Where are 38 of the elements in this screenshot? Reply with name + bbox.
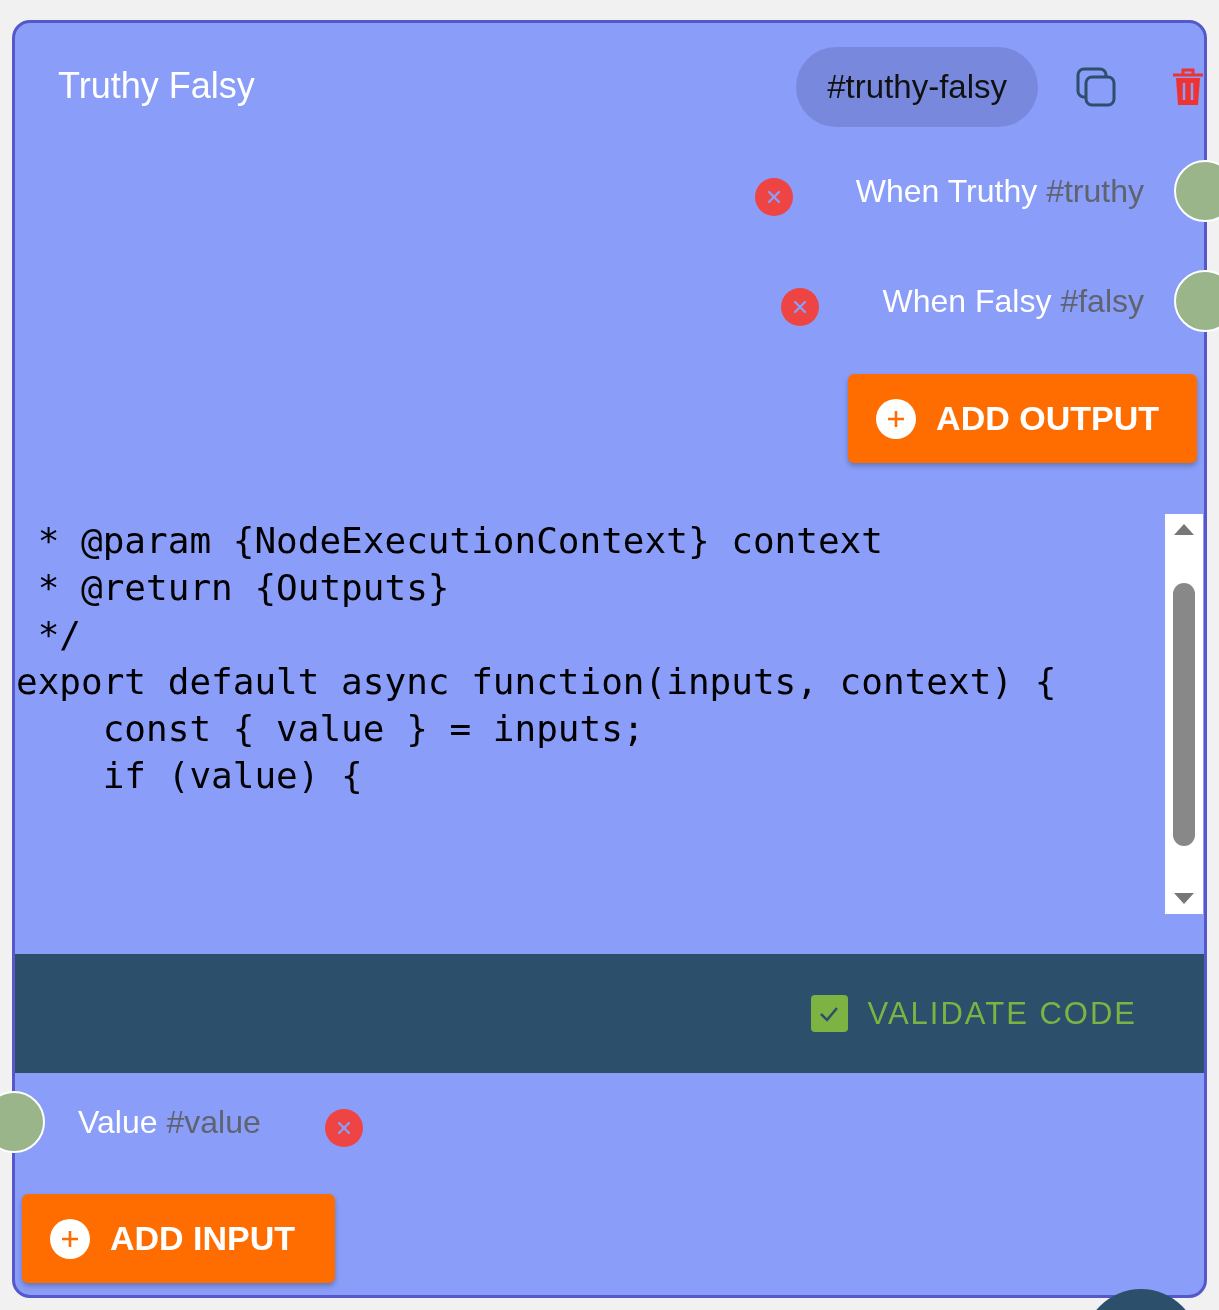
code-line: */ — [36, 613, 83, 657]
plus-circle-icon — [50, 1218, 90, 1259]
duplicate-button[interactable] — [1076, 67, 1116, 107]
scrollbar-thumb[interactable] — [1173, 582, 1195, 846]
code-line: if (value) { — [101, 754, 364, 798]
code-line: const { value } = inputs; — [101, 707, 646, 751]
checkbox[interactable] — [810, 995, 848, 1032]
output-port[interactable] — [1174, 160, 1219, 222]
remove-output-button[interactable] — [754, 178, 793, 216]
add-output-button[interactable]: ADD OUTPUT — [848, 374, 1197, 463]
code-line: * @return {Outputs} — [36, 566, 451, 610]
input-tag: #value — [166, 1103, 261, 1141]
scroll-down-icon[interactable] — [1173, 892, 1195, 906]
code-line: * @param {NodeExecutionContext} context — [36, 519, 884, 563]
delete-button[interactable] — [1172, 67, 1204, 107]
output-tag: #falsy — [1060, 282, 1144, 320]
output-label: When Truthy — [855, 172, 1038, 210]
code-editor[interactable]: * @param {NodeExecutionContext} context * @return {Outputs} */ export default async function(inputs, context) { const { value } = inputs; if (value) { — [15, 490, 1165, 952]
output-port[interactable] — [1174, 270, 1219, 332]
remove-input-button[interactable] — [324, 1109, 363, 1147]
validate-code-button[interactable]: VALIDATE CODE — [810, 995, 1137, 1032]
node-id-badge: #truthy-falsy — [796, 47, 1038, 127]
plus-circle-icon — [876, 398, 917, 439]
copy-icon — [1076, 67, 1116, 107]
input-label: Value — [78, 1103, 158, 1141]
node-title: Truthy Falsy — [58, 65, 256, 107]
remove-output-button[interactable] — [781, 288, 820, 326]
scroll-up-icon[interactable] — [1173, 522, 1195, 536]
add-input-button[interactable]: ADD INPUT — [22, 1194, 336, 1283]
scrollbar[interactable] — [1165, 514, 1203, 914]
input-port[interactable] — [0, 1091, 45, 1153]
trash-icon — [1172, 67, 1204, 107]
close-icon — [765, 189, 782, 205]
close-icon — [335, 1120, 352, 1136]
code-line: export default async function(inputs, context) { — [16, 660, 1058, 704]
output-tag: #truthy — [1046, 172, 1144, 210]
output-label: When Falsy — [882, 282, 1052, 320]
close-icon — [792, 299, 809, 315]
